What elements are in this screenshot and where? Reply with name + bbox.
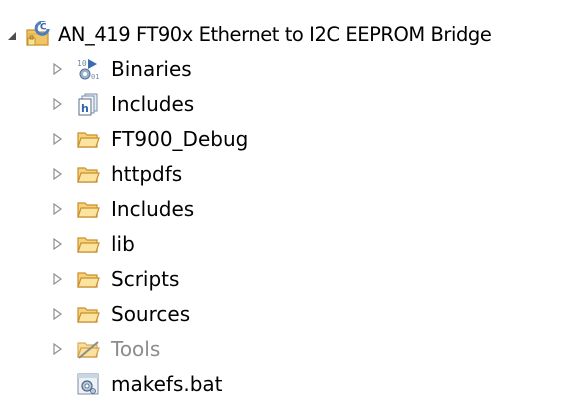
item-label-binaries: Binaries	[111, 57, 192, 81]
collapsed-triangle-icon[interactable]	[51, 168, 63, 180]
tree-row-lib[interactable]: lib	[0, 227, 563, 261]
project-explorer-tree: C AN_419 FT90x Ethernet to I2C EEPROM Br…	[0, 0, 563, 403]
batch-file-icon	[77, 373, 99, 395]
collapsed-triangle-icon[interactable]	[51, 343, 63, 355]
tree-row-ft900-debug[interactable]: FT900_Debug	[0, 122, 563, 156]
tree-row-tools[interactable]: Tools	[0, 332, 563, 366]
tree-row-sources[interactable]: Sources	[0, 297, 563, 331]
collapsed-triangle-icon[interactable]	[51, 63, 63, 75]
item-label-makefs-bat: makefs.bat	[111, 372, 223, 396]
folder-icon	[77, 202, 100, 218]
collapsed-triangle-icon[interactable]	[51, 133, 63, 145]
includes-library-icon: h	[78, 93, 98, 116]
tree-row-project[interactable]: C AN_419 FT90x Ethernet to I2C EEPROM Br…	[0, 18, 563, 52]
tree-row-httpdfs[interactable]: httpdfs	[0, 157, 563, 191]
item-label-tools: Tools	[111, 337, 161, 361]
collapsed-triangle-icon[interactable]	[51, 238, 63, 250]
folder-icon	[77, 132, 100, 148]
item-label-sources: Sources	[111, 302, 191, 326]
folder-icon	[77, 237, 100, 253]
tree-row-binaries[interactable]: 10 01 Binaries	[0, 52, 563, 86]
item-label-includes-folder: Includes	[111, 197, 195, 221]
excluded-folder-icon	[77, 341, 100, 359]
folder-icon	[77, 307, 100, 323]
item-label-lib: lib	[111, 232, 135, 256]
item-label-includes-library: Includes	[111, 92, 195, 116]
item-label-scripts: Scripts	[111, 267, 180, 291]
expanded-triangle-icon[interactable]	[6, 30, 18, 42]
folder-icon	[77, 167, 100, 183]
collapsed-triangle-icon[interactable]	[51, 273, 63, 285]
tree-row-includes-library[interactable]: h Includes	[0, 87, 563, 121]
tree-row-includes-folder[interactable]: Includes	[0, 192, 563, 226]
svg-text:h: h	[81, 102, 89, 115]
item-label-ft900-debug: FT900_Debug	[111, 127, 249, 151]
folder-icon	[77, 272, 100, 288]
svg-text:C: C	[40, 23, 47, 33]
item-label-httpdfs: httpdfs	[111, 162, 183, 186]
tree-row-scripts[interactable]: Scripts	[0, 262, 563, 296]
c-project-icon: C	[26, 21, 50, 46]
collapsed-triangle-icon[interactable]	[51, 98, 63, 110]
binaries-icon: 10 01	[77, 59, 99, 81]
collapsed-triangle-icon[interactable]	[51, 203, 63, 215]
tree-row-makefs-bat[interactable]: makefs.bat	[0, 367, 563, 401]
svg-text:10: 10	[77, 59, 87, 68]
collapsed-triangle-icon[interactable]	[51, 308, 63, 320]
svg-text:01: 01	[91, 73, 99, 81]
project-label: AN_419 FT90x Ethernet to I2C EEPROM Brid…	[58, 23, 492, 46]
